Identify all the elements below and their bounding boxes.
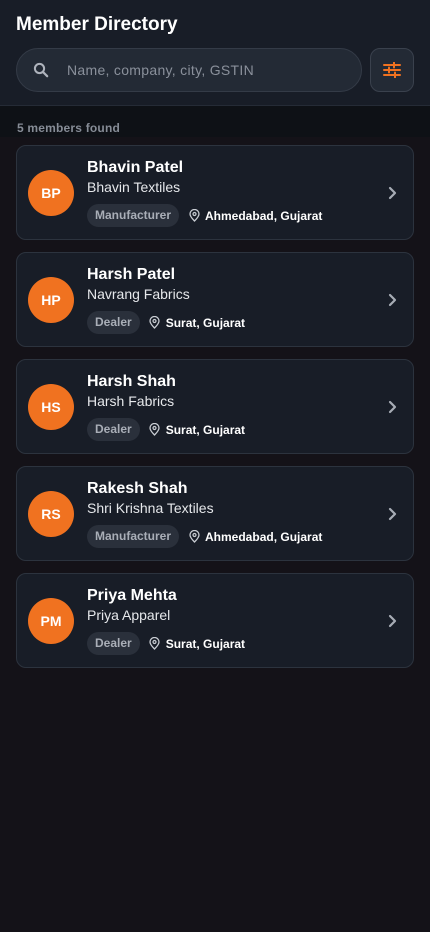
member-card[interactable]: BP Bhavin Patel Bhavin Textiles Manufact… (16, 145, 414, 240)
sliders-icon (383, 62, 401, 78)
member-meta: Dealer Surat, Gujarat (87, 311, 413, 334)
map-pin-icon (188, 530, 200, 544)
member-card[interactable]: PM Priya Mehta Priya Apparel Dealer Sura… (16, 573, 414, 668)
member-meta: Dealer Surat, Gujarat (87, 632, 413, 655)
member-info: Rakesh Shah Shri Krishna Textiles Manufa… (87, 479, 413, 548)
search-box[interactable] (16, 48, 362, 92)
member-name: Rakesh Shah (87, 480, 188, 497)
chevron-right-icon (387, 399, 397, 415)
chevron-right-icon (387, 613, 397, 629)
member-location: Surat, Gujarat (165, 636, 246, 651)
chevron-right-icon (387, 292, 397, 308)
results-count-bar: 5 members found (0, 106, 430, 137)
member-location: Surat, Gujarat (165, 315, 246, 330)
member-company: Shri Krishna Textiles (87, 500, 214, 516)
map-pin-icon (188, 209, 200, 223)
search-input[interactable] (67, 62, 361, 78)
map-pin-icon (149, 637, 161, 651)
avatar: PM (28, 597, 74, 644)
avatar: BP (28, 169, 74, 216)
avatar: HP (28, 276, 74, 323)
map-pin-icon (149, 423, 161, 437)
member-company: Harsh Fabrics (87, 393, 175, 409)
member-meta: Manufacturer Ahmedabad, Gujarat (87, 525, 413, 548)
member-info: Harsh Patel Navrang Fabrics Dealer Surat… (87, 265, 413, 334)
member-type-badge: Dealer (87, 418, 140, 441)
avatar: RS (28, 490, 74, 537)
search-row (16, 48, 414, 92)
member-company: Bhavin Textiles (87, 179, 181, 195)
map-pin-icon (149, 316, 161, 330)
member-card[interactable]: HS Harsh Shah Harsh Fabrics Dealer Surat… (16, 359, 414, 454)
search-icon (32, 61, 50, 79)
member-location: Ahmedabad, Gujarat (205, 529, 323, 544)
member-name: Harsh Shah (87, 373, 176, 390)
member-card[interactable]: HP Harsh Patel Navrang Fabrics Dealer Su… (16, 252, 414, 347)
member-card[interactable]: RS Rakesh Shah Shri Krishna Textiles Man… (16, 466, 414, 561)
member-name: Priya Mehta (87, 587, 177, 604)
chevron-right-icon (387, 506, 397, 522)
member-type-badge: Dealer (87, 311, 140, 334)
filter-button[interactable] (370, 48, 414, 92)
member-info: Priya Mehta Priya Apparel Dealer Surat, … (87, 586, 413, 655)
member-type-badge: Manufacturer (87, 525, 180, 548)
avatar: HS (28, 383, 74, 430)
member-info: Harsh Shah Harsh Fabrics Dealer Surat, G… (87, 372, 413, 441)
app-header: Member Directory (0, 0, 430, 106)
member-type-badge: Dealer (87, 632, 140, 655)
results-count: 5 members found (17, 121, 121, 135)
member-company: Priya Apparel (87, 607, 171, 623)
member-name: Bhavin Patel (87, 159, 184, 176)
member-type-badge: Manufacturer (87, 204, 180, 227)
member-list: BP Bhavin Patel Bhavin Textiles Manufact… (0, 137, 430, 668)
chevron-right-icon (387, 185, 397, 201)
member-meta: Manufacturer Ahmedabad, Gujarat (87, 204, 413, 227)
member-company: Navrang Fabrics (87, 286, 190, 302)
member-name: Harsh Patel (87, 266, 176, 283)
member-info: Bhavin Patel Bhavin Textiles Manufacture… (87, 158, 413, 227)
member-location: Ahmedabad, Gujarat (205, 208, 323, 223)
member-meta: Dealer Surat, Gujarat (87, 418, 413, 441)
member-location: Surat, Gujarat (165, 422, 246, 437)
page-title: Member Directory (16, 14, 178, 35)
